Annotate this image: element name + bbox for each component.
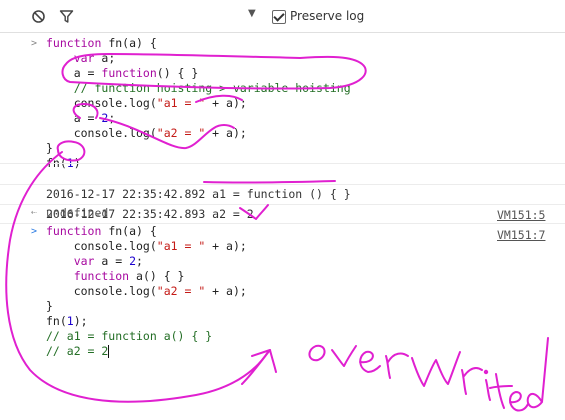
code-line: var a = 2; — [73, 254, 143, 268]
preserve-log-checkbox[interactable] — [272, 10, 286, 24]
code-line: console.log("a1 = " + a); — [46, 96, 247, 110]
annotation-handwriting — [489, 373, 513, 409]
code-line: } — [46, 299, 53, 313]
code-line: fn(1); — [46, 314, 88, 328]
annotation-handwriting — [411, 351, 461, 387]
filter-icon[interactable] — [59, 9, 74, 24]
annotation-handwriting — [359, 350, 381, 373]
code-line: console.log("a1 = " + a); — [46, 239, 247, 253]
code-line: // function hoisting > variable hoisting — [73, 81, 351, 95]
code-line: console.log("a2 = " + a); — [46, 126, 247, 140]
code-line: function a() { } — [73, 269, 185, 283]
context-dropdown-chevron-icon[interactable]: ▼ — [248, 8, 256, 19]
text-cursor — [108, 345, 110, 358]
preserve-log-label: Preserve log — [290, 9, 365, 23]
annotation-handwriting — [308, 344, 326, 362]
code-line: console.log("a2 = " + a); — [46, 284, 247, 298]
code-line: function fn(a) { — [46, 224, 157, 238]
log-source-link[interactable]: VM151:7 — [497, 225, 545, 246]
annotation-handwriting — [485, 379, 491, 401]
annotation-handwriting — [461, 367, 483, 395]
input-prompt-icon: > — [31, 38, 38, 49]
code-line: var a; — [73, 51, 116, 65]
console-return-row: ⇠ undefined — [0, 203, 565, 224]
annotation-handwriting — [526, 337, 549, 409]
annotation-arrow-stroke — [241, 349, 271, 385]
annotation-handwriting — [331, 345, 357, 367]
code-line: // a1 = function a() { } — [46, 329, 213, 343]
annotation-arrowhead — [251, 349, 277, 373]
annotation-handwriting — [385, 352, 409, 379]
code-line: a = 2; — [46, 111, 116, 125]
code-line: function fn(a) { — [46, 36, 157, 50]
return-value: undefined — [46, 206, 109, 220]
annotation-handwriting — [509, 391, 529, 412]
console-log-row: 2016-12-17 22:35:42.893 a2 = 2 VM151:7 — [0, 183, 565, 242]
code-line: // a2 = 2 — [46, 344, 110, 358]
return-arrow-icon: ⇠ — [31, 207, 38, 218]
input-prompt-icon: > — [31, 226, 38, 237]
code-line: a = function() { } — [46, 66, 199, 80]
clear-console-icon[interactable] — [31, 9, 46, 24]
code-line: } — [46, 141, 53, 155]
console-log-row: 2016-12-17 22:35:42.892 a1 = function ()… — [0, 163, 565, 222]
console-toolbar: ▼ Preserve log — [0, 0, 565, 33]
